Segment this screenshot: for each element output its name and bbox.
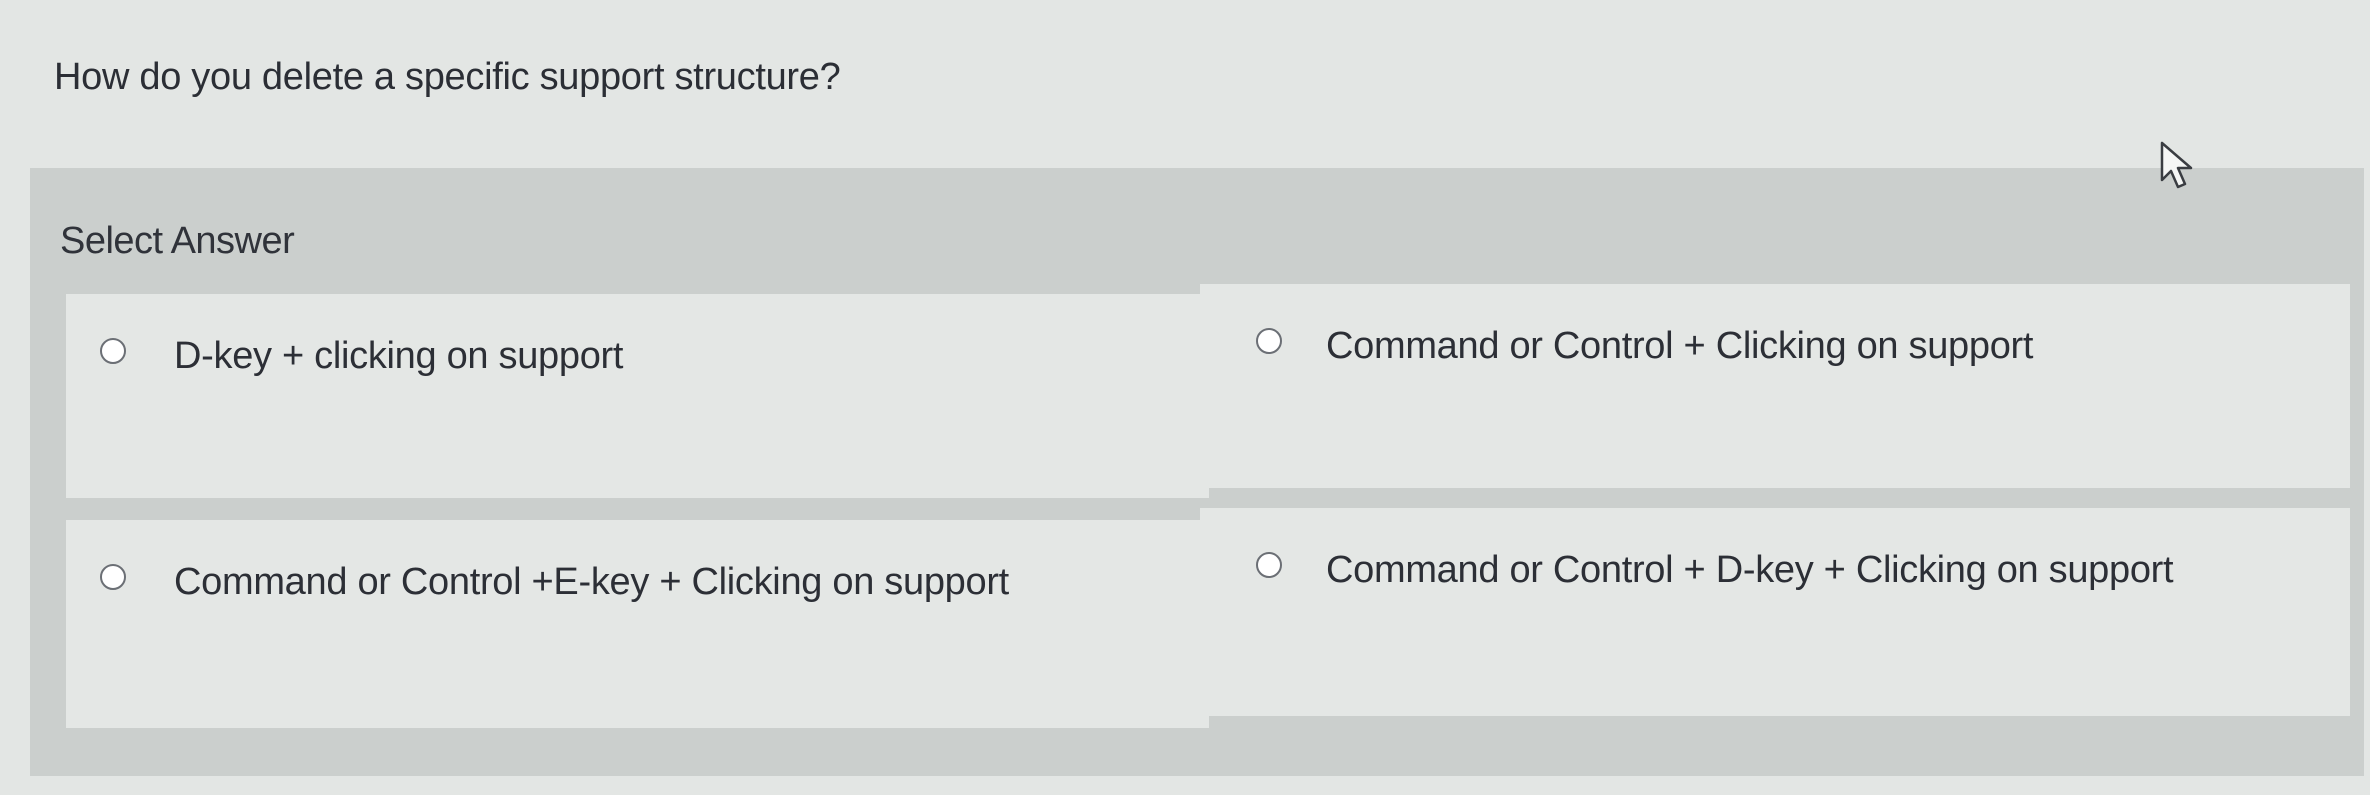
answer-option-3[interactable]: Command or Control +E-key + Clicking on … [66, 520, 1209, 728]
mouse-pointer-icon [2160, 141, 2193, 189]
answer-option-2[interactable]: Command or Control + Clicking on support [1200, 284, 2350, 488]
select-answer-heading: Select Answer [60, 220, 295, 262]
answer-option-4[interactable]: Command or Control + D-key + Clicking on… [1200, 508, 2350, 716]
answer-option-label: Command or Control + Clicking on support [1326, 325, 2034, 367]
answer-option-label: D-key + clicking on support [174, 335, 624, 377]
answer-option-label: Command or Control + D-key + Clicking on… [1326, 549, 2174, 591]
radio-button-icon[interactable] [1256, 552, 1282, 578]
radio-button-icon[interactable] [100, 338, 126, 364]
answer-panel: Select Answer D-key + clicking on suppor… [30, 168, 2364, 776]
radio-button-icon[interactable] [1256, 328, 1282, 354]
radio-button-icon[interactable] [100, 564, 126, 590]
question-text: How do you delete a specific support str… [54, 56, 841, 98]
answer-option-label: Command or Control +E-key + Clicking on … [174, 561, 1009, 603]
answer-option-1[interactable]: D-key + clicking on support [66, 294, 1209, 498]
